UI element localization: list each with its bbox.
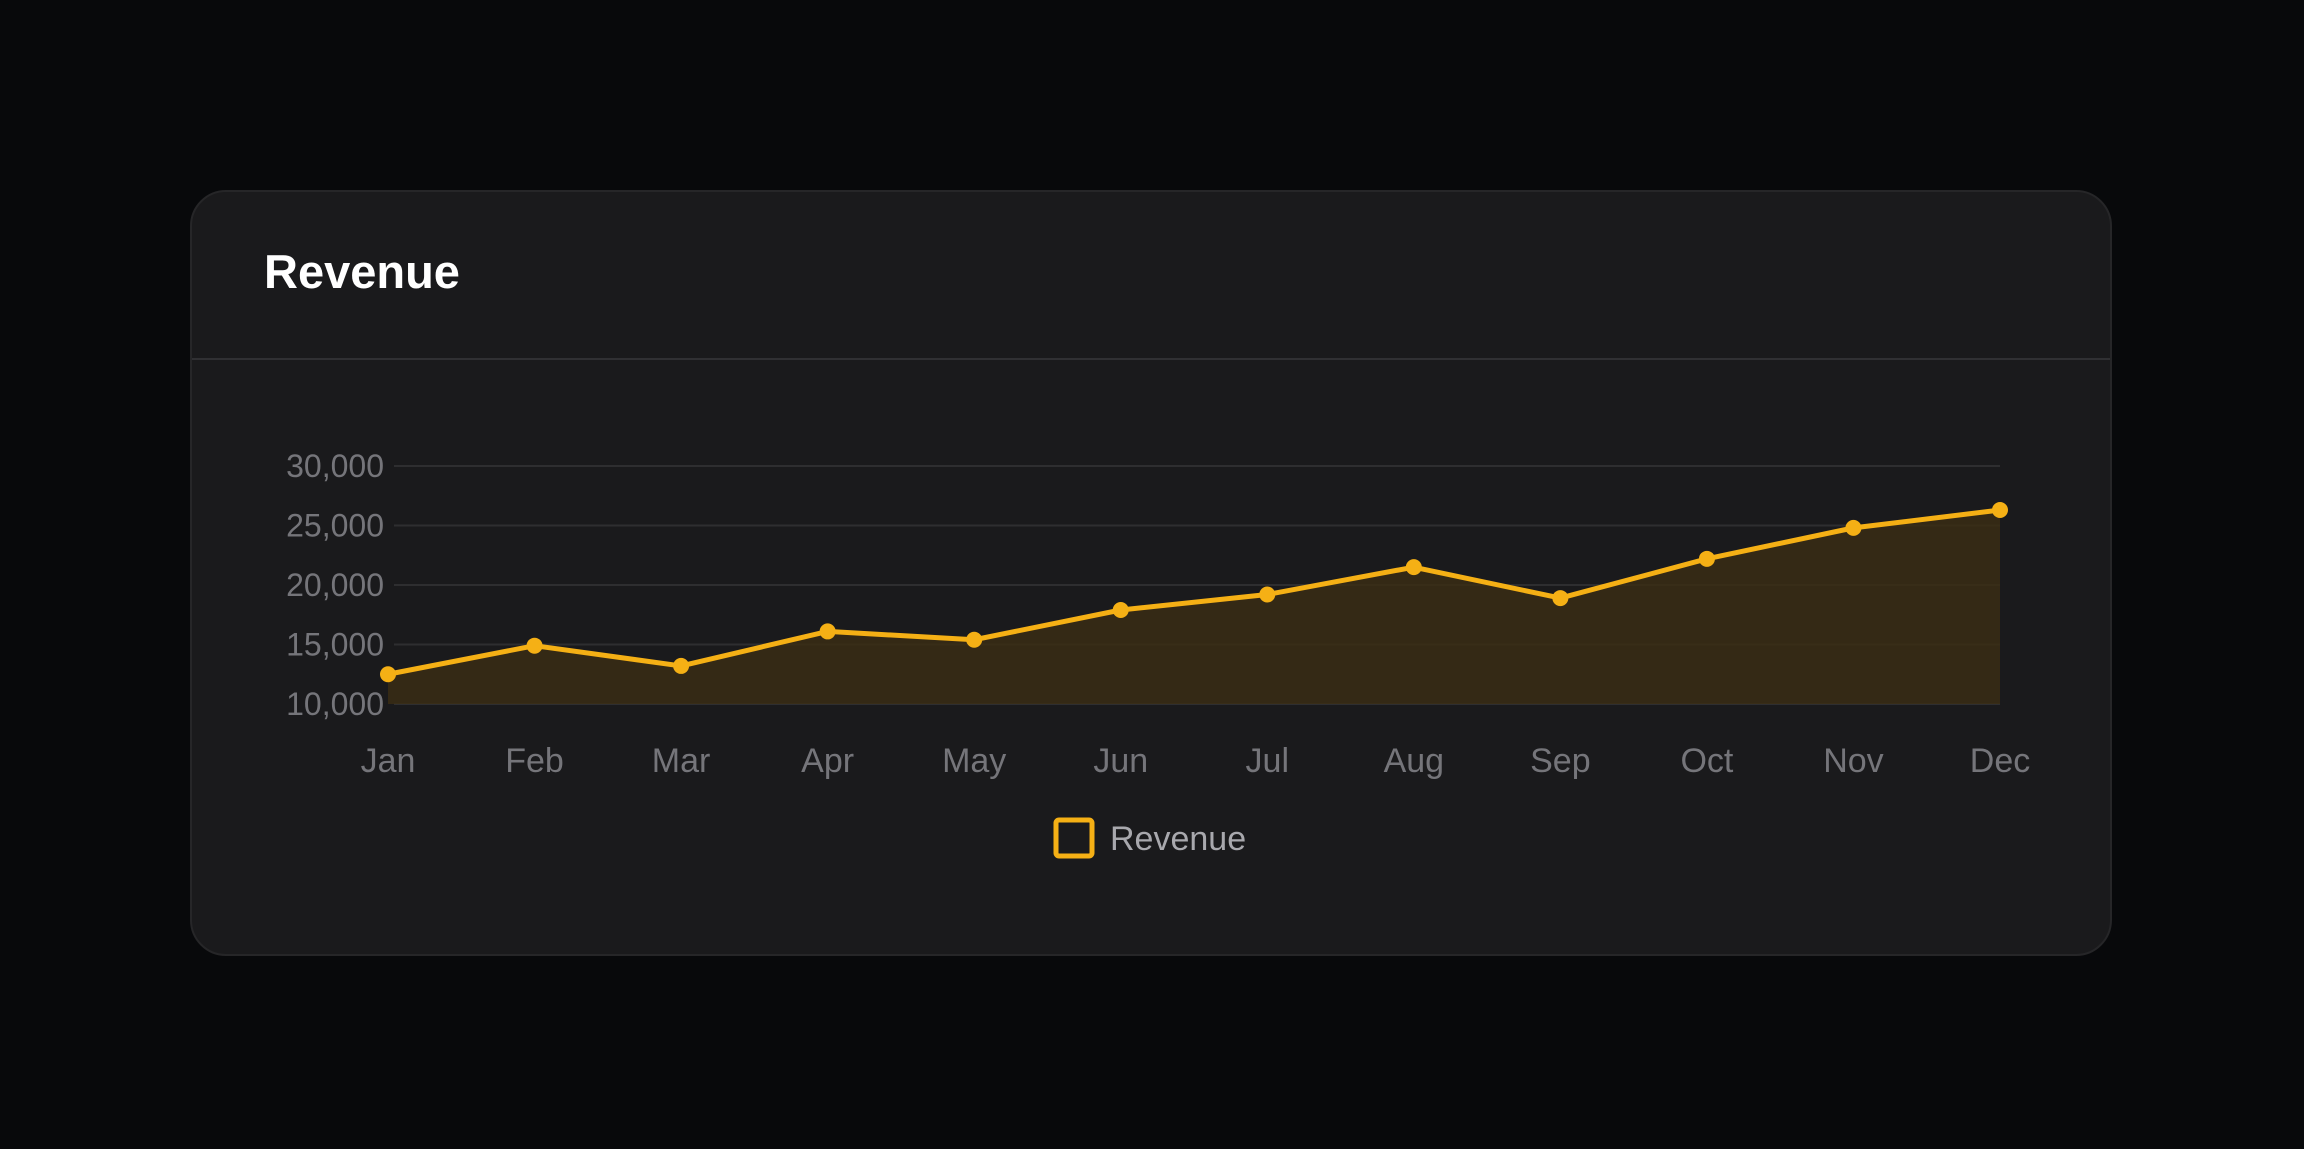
data-point [1992,502,2008,519]
x-tick-label: Feb [505,742,564,780]
x-tick-label: Dec [1970,742,2030,780]
revenue-area [388,510,2000,704]
x-tick-label: Jan [361,742,416,780]
legend-label: Revenue [1110,820,1246,858]
y-tick-label: 25,000 [286,508,384,544]
data-point [526,637,543,654]
revenue-card: Revenue 10,000 15,000 20,000 25,000 30,000 J… [190,190,2112,956]
data-point [380,666,396,683]
x-tick-label: Jul [1246,742,1289,780]
data-point [1259,586,1276,603]
data-point [1845,519,1862,536]
legend-swatch [1053,817,1095,859]
data-point [1698,550,1715,567]
revenue-chart: 10,000 15,000 20,000 25,000 30,000 Jan Feb Mar… [286,448,2031,859]
x-tick-label: Oct [1680,742,1733,780]
x-tick-label: May [942,742,1006,780]
x-tick-label: Jun [1093,742,1148,780]
data-point [1552,590,1569,607]
data-point [1112,601,1129,618]
x-axis-ticks: Jan Feb Mar Apr May Jun Jul Aug Sep Oct Nov Dec [361,742,2031,780]
data-point [1405,559,1422,576]
data-point [673,657,690,674]
x-tick-label: Nov [1823,742,1883,780]
y-tick-label: 20,000 [286,567,384,603]
x-tick-label: Sep [1530,742,1591,780]
y-tick-label: 15,000 [286,627,384,663]
x-tick-label: Apr [801,742,854,780]
x-tick-label: Aug [1384,742,1445,780]
area-layer [388,510,2000,704]
y-axis-ticks: 10,000 15,000 20,000 25,000 30,000 [286,448,384,722]
x-tick-label: Mar [652,742,711,780]
data-point [966,631,983,648]
legend: Revenue [1053,817,1246,859]
y-tick-label: 10,000 [286,686,384,722]
chart-area: 10,000 15,000 20,000 25,000 30,000 Jan Feb Mar… [192,192,2110,954]
y-tick-label: 30,000 [286,448,384,484]
data-point [819,623,836,640]
